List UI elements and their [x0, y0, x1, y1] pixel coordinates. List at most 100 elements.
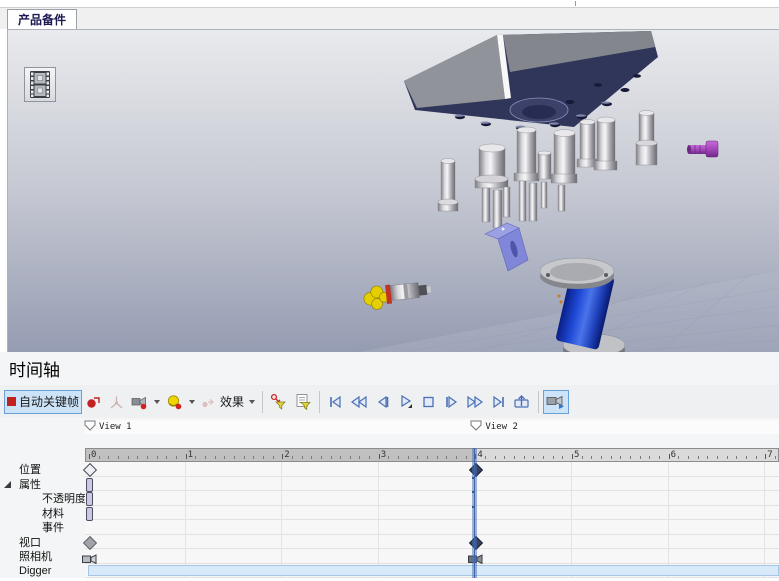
- rewind-button[interactable]: [347, 390, 371, 414]
- ruler-tick: [118, 456, 119, 459]
- track-label[interactable]: 材料: [0, 506, 85, 521]
- ruler-tick: [205, 456, 206, 459]
- ruler-tick: [446, 456, 447, 459]
- track-row: 照相机: [0, 549, 779, 564]
- timeline-tracks: 位置属性不透明度材料事件视口照相机Digger: [0, 462, 779, 578]
- track-row: 材料: [0, 506, 779, 521]
- keyframe[interactable]: [83, 463, 97, 477]
- step-back-button[interactable]: [371, 390, 394, 414]
- ruler-tick: [756, 456, 757, 459]
- animation-view-button[interactable]: [24, 67, 56, 102]
- track-label[interactable]: 视口: [0, 535, 85, 550]
- ruler-tick: [553, 456, 554, 459]
- ruler-tick: [417, 456, 418, 459]
- splitter-grip[interactable]: [575, 1, 576, 6]
- move-keyframe-button[interactable]: [105, 390, 128, 414]
- save-video-button[interactable]: [510, 390, 534, 414]
- ruler-tick: [611, 456, 612, 459]
- track-label[interactable]: 属性: [0, 477, 85, 492]
- ruler-tick: [253, 456, 254, 459]
- top-splitter-strip[interactable]: [0, 0, 779, 8]
- ruler-tick: [379, 454, 380, 459]
- ruler-tick-label: 3: [381, 450, 386, 460]
- ruler-tick: [707, 456, 708, 459]
- camera-keyframe-dropdown-icon[interactable]: [154, 400, 160, 404]
- timeline-panel-title: 时间轴: [9, 356, 60, 381]
- ruler-tick: [649, 456, 650, 459]
- track-lane: [85, 506, 779, 521]
- ruler-tick: [331, 456, 332, 459]
- ruler-tick: [186, 454, 187, 459]
- ruler-tick: [669, 454, 670, 459]
- set-keyframe-button[interactable]: [82, 390, 105, 414]
- ruler-tick: [620, 456, 621, 459]
- playhead[interactable]: [472, 448, 477, 578]
- part-pin-8[interactable]: [636, 111, 657, 166]
- part-pin-1[interactable]: [438, 159, 458, 212]
- view-marker[interactable]: View 1: [84, 420, 132, 434]
- track-label[interactable]: 位置: [0, 462, 85, 477]
- track-expander-icon[interactable]: [4, 481, 11, 488]
- stop-button[interactable]: [417, 390, 440, 414]
- light-keyframe-button[interactable]: [163, 390, 198, 414]
- set-keyframe-icon: [85, 394, 102, 410]
- document-tab[interactable]: 产品备件: [7, 9, 77, 29]
- keyframe[interactable]: [83, 535, 97, 549]
- viewport-3d[interactable]: [7, 29, 779, 352]
- track-lane: [85, 549, 779, 564]
- ruler-tick: [765, 454, 766, 459]
- light-keyframe-icon: [166, 394, 184, 410]
- ruler-tick-label: 7: [767, 450, 772, 460]
- step-forward-button[interactable]: [440, 390, 463, 414]
- ruler-tick: [282, 454, 283, 459]
- track-row: 视口: [0, 535, 779, 550]
- part-pin-7[interactable]: [594, 117, 617, 170]
- keyframe[interactable]: [86, 507, 93, 521]
- track-label[interactable]: Digger: [0, 564, 85, 579]
- track-label[interactable]: 照相机: [0, 549, 85, 564]
- timeline-grid: View 1View 2 01234567 位置属性不透明度材料事件视口照相机D…: [0, 418, 779, 581]
- timeline-ruler[interactable]: 01234567: [85, 448, 779, 462]
- ruler-tick: [273, 456, 274, 459]
- effects-icon: [201, 394, 217, 410]
- play-button[interactable]: [394, 390, 417, 414]
- toolbar-separator: [538, 391, 539, 413]
- auto-keyframe-label: 自动关键帧: [19, 393, 79, 410]
- track-lane: [85, 477, 779, 492]
- effects-dropdown-icon[interactable]: [249, 400, 255, 404]
- filter-keyframes-button[interactable]: [267, 390, 291, 414]
- view-marker-label: View 2: [485, 422, 518, 432]
- ruler-tick-label: 5: [574, 450, 579, 460]
- effects-button[interactable]: 效果: [198, 390, 258, 414]
- track-label[interactable]: 事件: [0, 520, 85, 535]
- digger-range-bar[interactable]: [88, 565, 779, 576]
- filter-properties-button[interactable]: [291, 390, 315, 414]
- keyframe[interactable]: [86, 492, 93, 506]
- ruler-tick: [572, 454, 573, 459]
- ruler-tick: [466, 456, 467, 459]
- ruler-tick-label: 6: [671, 450, 676, 460]
- camera-playback-mode-button[interactable]: [543, 390, 569, 414]
- ruler-tick: [234, 456, 235, 459]
- track-lane: [85, 520, 779, 535]
- ruler-tick: [340, 456, 341, 459]
- camera-keyframe-button[interactable]: [128, 390, 163, 414]
- fast-forward-icon: [466, 395, 484, 409]
- fast-forward-button[interactable]: [463, 390, 487, 414]
- part-pin-6[interactable]: [577, 120, 597, 168]
- keyframe[interactable]: [86, 478, 93, 492]
- go-to-start-button[interactable]: [324, 390, 347, 414]
- go-to-end-button[interactable]: [487, 390, 510, 414]
- view-marker[interactable]: View 2: [470, 420, 518, 434]
- auto-keyframe-button[interactable]: 自动关键帧: [4, 390, 82, 414]
- ruler-tick: [388, 456, 389, 459]
- ruler-tick: [157, 456, 158, 459]
- assembly-scene: [8, 30, 779, 353]
- light-keyframe-dropdown-icon[interactable]: [189, 400, 195, 404]
- ruler-tick: [717, 456, 718, 459]
- track-lane: [85, 535, 779, 550]
- rewind-icon: [350, 395, 368, 409]
- ruler-tick: [350, 456, 351, 459]
- track-label[interactable]: 不透明度: [0, 491, 85, 506]
- filter-key-icon: [270, 393, 288, 410]
